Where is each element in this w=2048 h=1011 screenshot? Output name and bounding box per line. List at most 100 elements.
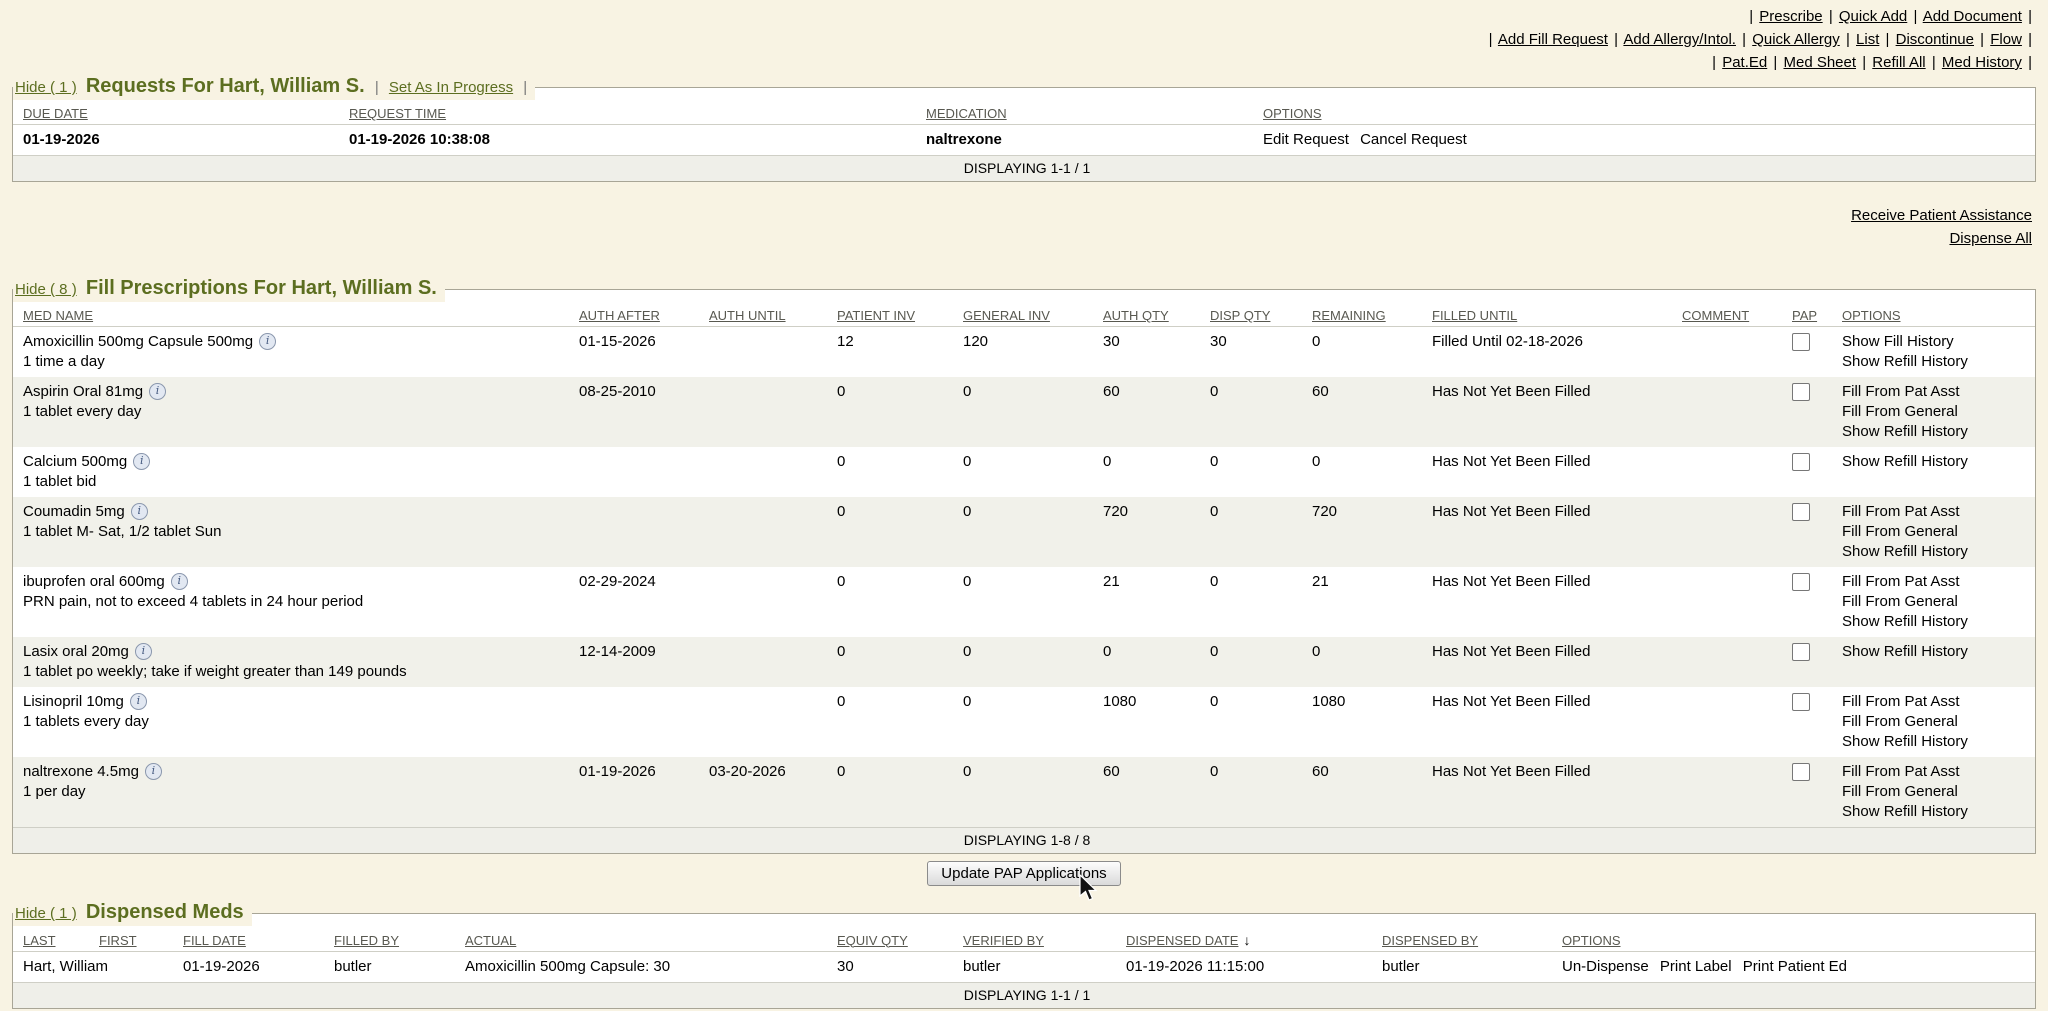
pap-cell: [1786, 447, 1836, 497]
cancel-request-link[interactable]: Cancel Request: [1360, 131, 1467, 148]
dispense-all-link[interactable]: Dispense All: [0, 227, 2032, 250]
receive-patient-assistance-link[interactable]: Receive Patient Assistance: [0, 204, 2032, 227]
sort-descending-icon[interactable]: ↓: [1243, 932, 1250, 948]
nav-link-prescribe[interactable]: Prescribe: [1759, 8, 1822, 25]
column-header-remaining[interactable]: REMAINING: [1306, 302, 1426, 327]
pap-checkbox[interactable]: [1792, 763, 1810, 781]
nav-link-add-fill-request[interactable]: Add Fill Request: [1498, 31, 1608, 48]
column-header-auth-qty[interactable]: AUTH QTY: [1097, 302, 1204, 327]
column-header-fill-date[interactable]: FILL DATE: [177, 926, 328, 952]
nav-link-add-document[interactable]: Add Document: [1923, 8, 2022, 25]
option-link[interactable]: Show Refill History: [1842, 612, 2029, 632]
nav-link-discontinue[interactable]: Discontinue: [1896, 31, 1974, 48]
fill-row: Coumadin 5mgi 1 tablet M- Sat, 1/2 table…: [13, 497, 2035, 567]
info-icon[interactable]: i: [259, 333, 276, 350]
pap-checkbox[interactable]: [1792, 643, 1810, 661]
column-header-filled-by[interactable]: FILLED BY: [328, 926, 459, 952]
pap-checkbox[interactable]: [1792, 383, 1810, 401]
option-link[interactable]: Show Refill History: [1842, 642, 2029, 662]
pap-checkbox[interactable]: [1792, 333, 1810, 351]
info-icon[interactable]: i: [171, 573, 188, 590]
print-patient-ed-link[interactable]: Print Patient Ed: [1743, 958, 1847, 975]
separator: |: [1844, 31, 1852, 48]
column-header-pap[interactable]: PAP: [1786, 302, 1836, 327]
column-header-patient-inv[interactable]: PATIENT INV: [831, 302, 957, 327]
option-link[interactable]: Show Refill History: [1842, 542, 2029, 562]
option-link[interactable]: Fill From Pat Asst: [1842, 762, 2029, 782]
column-header-dispensed-date[interactable]: DISPENSED DATE↓: [1120, 926, 1376, 952]
print-label-link[interactable]: Print Label: [1660, 958, 1732, 975]
column-header-auth-after[interactable]: AUTH AFTER: [573, 302, 703, 327]
nav-link-add-allergy-intol[interactable]: Add Allergy/Intol.: [1623, 31, 1736, 48]
column-header-first[interactable]: FIRST: [93, 926, 177, 952]
column-header-comment[interactable]: COMMENT: [1676, 302, 1786, 327]
nav-link-pat-ed[interactable]: Pat.Ed: [1722, 54, 1767, 71]
pap-cell: [1786, 687, 1836, 757]
column-header-last[interactable]: LAST: [13, 926, 93, 952]
option-link[interactable]: Fill From General: [1842, 782, 2029, 802]
nav-link-list[interactable]: List: [1856, 31, 1879, 48]
option-link[interactable]: Show Refill History: [1842, 452, 2029, 472]
info-icon[interactable]: i: [133, 453, 150, 470]
column-header-options[interactable]: OPTIONS: [1836, 302, 2035, 327]
hide-requests-link[interactable]: Hide ( 1 ): [15, 79, 77, 96]
nav-link-quick-allergy[interactable]: Quick Allergy: [1752, 31, 1840, 48]
column-header-disp-qty[interactable]: DISP QTY: [1204, 302, 1306, 327]
option-link[interactable]: Fill From Pat Asst: [1842, 572, 2029, 592]
option-link[interactable]: Show Refill History: [1842, 422, 2029, 442]
column-header-general-inv[interactable]: GENERAL INV: [957, 302, 1097, 327]
column-header-medication[interactable]: MEDICATION: [920, 100, 1257, 125]
column-header-verified-by[interactable]: VERIFIED BY: [957, 926, 1120, 952]
patient-inv-cell: 0: [831, 377, 957, 447]
info-icon[interactable]: i: [135, 643, 152, 660]
column-header-options[interactable]: OPTIONS: [1257, 100, 2035, 125]
remaining-cell: 1080: [1306, 687, 1426, 757]
nav-link-med-sheet[interactable]: Med Sheet: [1783, 54, 1856, 71]
hide-dispensed-link[interactable]: Hide ( 1 ): [15, 905, 77, 922]
set-as-in-progress-link[interactable]: Set As In Progress: [389, 79, 513, 96]
option-link[interactable]: Fill From Pat Asst: [1842, 382, 2029, 402]
option-link[interactable]: Show Refill History: [1842, 802, 2029, 822]
option-link[interactable]: Show Refill History: [1842, 732, 2029, 752]
info-icon[interactable]: i: [145, 763, 162, 780]
pap-checkbox[interactable]: [1792, 693, 1810, 711]
auth-after-cell: 08-25-2010: [573, 377, 703, 447]
auth-until-cell: [703, 567, 831, 637]
option-link[interactable]: Fill From General: [1842, 522, 2029, 542]
option-link[interactable]: Fill From Pat Asst: [1842, 692, 2029, 712]
column-header-filled-until[interactable]: FILLED UNTIL: [1426, 302, 1676, 327]
column-header-options[interactable]: OPTIONS: [1556, 926, 2035, 952]
option-link[interactable]: Show Fill History: [1842, 332, 2029, 352]
info-icon[interactable]: i: [149, 383, 166, 400]
info-icon[interactable]: i: [131, 503, 148, 520]
med-name: Coumadin 5mg: [23, 503, 125, 520]
column-header-equiv-qty[interactable]: EQUIV QTY: [831, 926, 957, 952]
option-link[interactable]: Fill From Pat Asst: [1842, 502, 2029, 522]
pap-checkbox[interactable]: [1792, 503, 1810, 521]
un-dispense-link[interactable]: Un-Dispense: [1562, 958, 1649, 975]
update-pap-applications-button[interactable]: Update PAP Applications: [927, 861, 1120, 886]
column-header-request-time[interactable]: REQUEST TIME: [343, 100, 920, 125]
nav-link-flow[interactable]: Flow: [1990, 31, 2022, 48]
pap-checkbox[interactable]: [1792, 573, 1810, 591]
edit-request-link[interactable]: Edit Request: [1263, 131, 1349, 148]
request-options-cell: Edit Request Cancel Request: [1257, 125, 2035, 156]
hide-fill-link[interactable]: Hide ( 8 ): [15, 281, 77, 298]
options-cell: Fill From Pat Asst Fill From General Sho…: [1836, 567, 2035, 637]
pap-checkbox[interactable]: [1792, 453, 1810, 471]
option-link[interactable]: Show Refill History: [1842, 352, 2029, 372]
column-header-due-date[interactable]: DUE DATE: [13, 100, 343, 125]
column-header-med-name[interactable]: MED NAME: [13, 302, 573, 327]
info-icon[interactable]: i: [130, 693, 147, 710]
column-header-dispensed-by[interactable]: DISPENSED BY: [1376, 926, 1556, 952]
option-link[interactable]: Fill From General: [1842, 592, 2029, 612]
option-link[interactable]: Fill From General: [1842, 712, 2029, 732]
column-header-actual[interactable]: ACTUAL: [459, 926, 831, 952]
med-sig: 1 tablet every day: [23, 402, 567, 422]
option-link[interactable]: Fill From General: [1842, 402, 2029, 422]
nav-link-quick-add[interactable]: Quick Add: [1839, 8, 1907, 25]
column-header-auth-until[interactable]: AUTH UNTIL: [703, 302, 831, 327]
auth-after-cell: 01-19-2026: [573, 757, 703, 828]
nav-link-med-history[interactable]: Med History: [1942, 54, 2022, 71]
nav-link-refill-all[interactable]: Refill All: [1872, 54, 1925, 71]
